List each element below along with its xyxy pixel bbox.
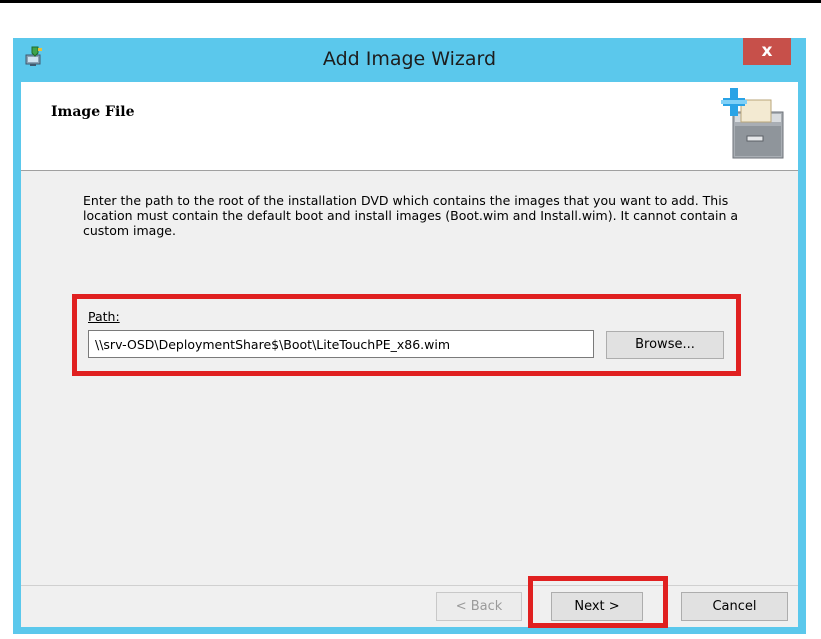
cancel-button[interactable]: Cancel (681, 592, 788, 621)
path-label-text: Path: (88, 309, 120, 324)
instructions-text: Enter the path to the root of the instal… (83, 193, 739, 238)
top-border (0, 0, 821, 3)
browse-button[interactable]: Browse... (606, 331, 724, 359)
path-input[interactable] (88, 330, 594, 358)
page-title: Image File (51, 104, 135, 120)
next-button[interactable]: Next > (551, 592, 643, 621)
back-button[interactable]: < Back (436, 592, 522, 621)
footer-separator (21, 585, 798, 586)
wizard-client-area: Image File Enter the path to the root of… (21, 82, 798, 628)
close-button[interactable]: x (743, 38, 791, 65)
add-image-cabinet-icon (721, 88, 784, 159)
wizard-window: Add Image Wizard x Image File Enter the … (13, 38, 806, 634)
wizard-header: Image File (21, 82, 798, 171)
window-title: Add Image Wizard (322, 48, 497, 70)
path-label: Path: (88, 309, 120, 324)
title-bar[interactable]: Add Image Wizard x (13, 38, 806, 82)
